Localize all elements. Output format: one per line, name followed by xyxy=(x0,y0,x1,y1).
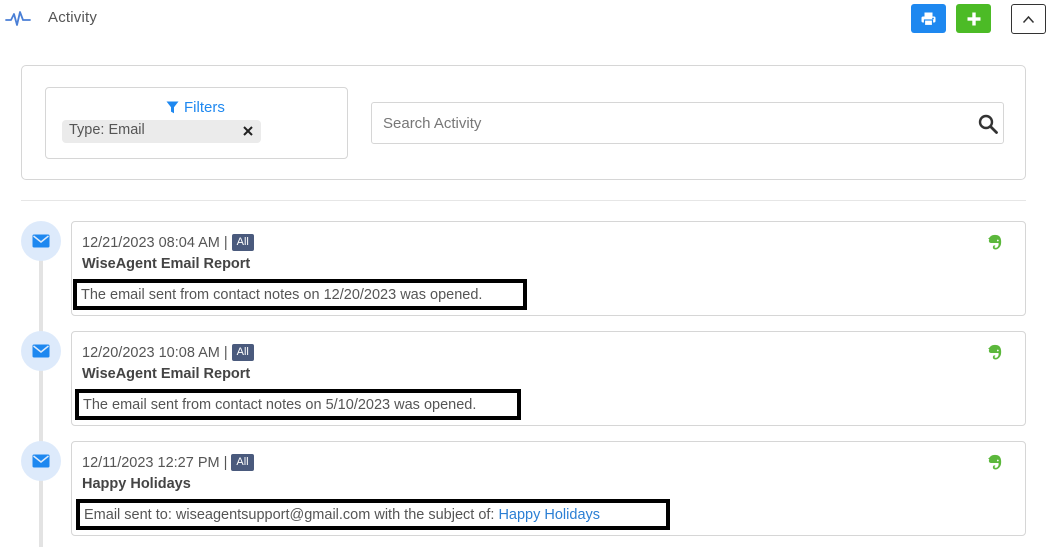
filter-chip-label: Type: Email xyxy=(69,122,145,138)
entry-body: The email sent from contact notes on 5/1… xyxy=(75,389,521,420)
envelope-icon xyxy=(32,344,50,358)
filter-panel: Filters Type: Email xyxy=(21,65,1026,180)
entry-body: The email sent from contact notes on 12/… xyxy=(73,279,527,310)
entry-body: Email sent to: wiseagentsupport@gmail.co… xyxy=(76,499,670,530)
entry-datetime: 12/20/2023 10:08 AM xyxy=(82,344,220,361)
entry-type-badge xyxy=(21,441,61,481)
close-icon[interactable] xyxy=(241,124,255,138)
printer-icon xyxy=(921,12,936,26)
entry-body-text: The email sent from contact notes on 5/1… xyxy=(83,396,477,413)
entry-separator: | xyxy=(223,234,228,251)
entry-meta: 12/20/2023 10:08 AM | All xyxy=(82,344,254,361)
chevron-up-icon xyxy=(1022,15,1035,23)
evernote-icon[interactable] xyxy=(987,454,1003,471)
envelope-icon xyxy=(32,454,50,468)
filter-chip-type-email: Type: Email xyxy=(62,120,261,143)
entry-type-badge xyxy=(21,221,61,261)
entry-meta: 12/11/2023 12:27 PM | All xyxy=(82,454,254,471)
entry-meta: 12/21/2023 08:04 AM | All xyxy=(82,234,254,251)
filters-button[interactable]: Filters xyxy=(166,99,225,116)
filter-box: Filters Type: Email xyxy=(45,87,348,159)
entry-title: WiseAgent Email Report xyxy=(82,256,251,272)
funnel-icon xyxy=(166,101,179,114)
entry-title: WiseAgent Email Report xyxy=(82,366,251,382)
activity-card[interactable]: 12/21/2023 08:04 AM | All WiseAgent Emai… xyxy=(71,221,1026,316)
entry-type-badge xyxy=(21,331,61,371)
print-button[interactable] xyxy=(911,4,946,33)
collapse-button[interactable] xyxy=(1011,4,1046,34)
divider xyxy=(21,200,1026,201)
visibility-badge: All xyxy=(231,344,254,361)
envelope-icon xyxy=(32,234,50,248)
plus-icon xyxy=(967,12,980,25)
entry-datetime: 12/11/2023 12:27 PM xyxy=(82,454,220,471)
activity-header: Activity xyxy=(0,0,1058,40)
filters-label: Filters xyxy=(184,99,225,116)
entry-datetime: 12/21/2023 08:04 AM xyxy=(82,234,220,251)
visibility-badge: All xyxy=(231,234,254,251)
evernote-icon[interactable] xyxy=(987,344,1003,361)
activity-card[interactable]: 12/20/2023 10:08 AM | All WiseAgent Emai… xyxy=(71,331,1026,426)
entry-body-text: Email sent to: wiseagentsupport@gmail.co… xyxy=(84,506,495,523)
entry-separator: | xyxy=(223,454,228,471)
add-activity-button[interactable] xyxy=(956,4,991,33)
evernote-icon[interactable] xyxy=(987,234,1003,251)
timeline-line xyxy=(39,260,43,547)
search-icon[interactable] xyxy=(978,114,998,134)
entry-separator: | xyxy=(223,344,228,361)
page-title: Activity xyxy=(48,9,98,26)
entry-body-text: The email sent from contact notes on 12/… xyxy=(81,286,483,303)
search-box xyxy=(371,102,1004,144)
activity-card[interactable]: 12/11/2023 12:27 PM | All Happy Holidays… xyxy=(71,441,1026,536)
email-subject-link[interactable]: Happy Holidays xyxy=(498,507,600,523)
pulse-icon xyxy=(5,11,31,26)
visibility-badge: All xyxy=(231,454,254,471)
entry-title: Happy Holidays xyxy=(82,476,191,492)
search-input[interactable] xyxy=(372,103,972,143)
